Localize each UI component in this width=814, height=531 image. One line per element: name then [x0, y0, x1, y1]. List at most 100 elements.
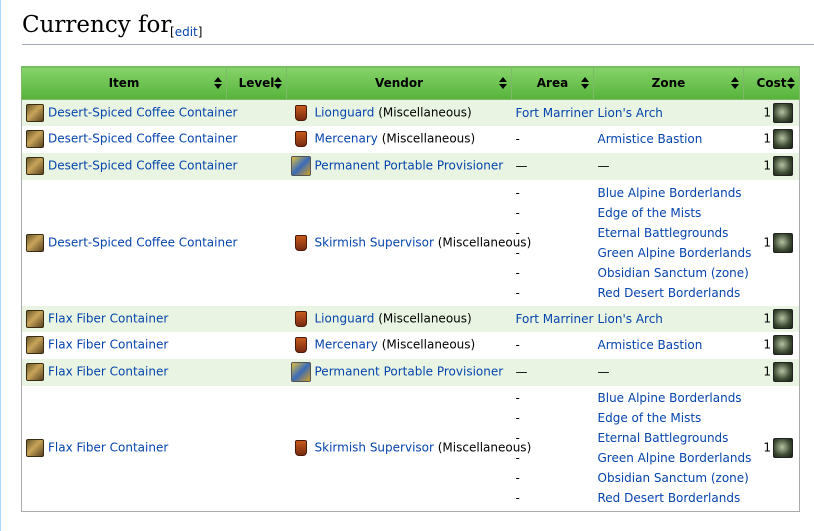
container-icon[interactable]	[26, 309, 44, 328]
zone-link[interactable]: Lion's Arch	[598, 309, 740, 329]
area-value: —	[515, 365, 528, 379]
zone-list: —	[598, 362, 740, 382]
item-link[interactable]: Flax Fiber Container	[48, 338, 168, 352]
sort-icon[interactable]	[581, 77, 589, 89]
vendor-icon[interactable]	[294, 310, 307, 327]
item-link[interactable]: Flax Fiber Container	[48, 311, 168, 325]
zone-list: Blue Alpine Borderlands Edge of the Mists…	[598, 388, 752, 508]
zone-cell: —	[593, 358, 744, 386]
zone-link[interactable]: Blue Alpine Borderlands	[598, 388, 742, 408]
cost-value: 1	[763, 440, 771, 455]
item-link[interactable]: Desert-Spiced Coffee Container	[48, 132, 237, 146]
container-icon[interactable]	[26, 233, 44, 252]
area-value: -	[515, 205, 520, 220]
cost-value: 1	[763, 105, 771, 120]
zone-list: Armistice Bastion	[598, 335, 740, 355]
zone-cell: Armistice Bastion	[593, 125, 744, 153]
vendor-icon[interactable]	[294, 440, 307, 457]
column-header-level[interactable]: Level	[226, 66, 287, 100]
zone-link[interactable]: Armistice Bastion	[598, 335, 740, 355]
item-link[interactable]: Desert-Spiced Coffee Container	[48, 105, 237, 119]
zone-link[interactable]: Red Desert Borderlands	[598, 283, 741, 303]
table-row: Flax Fiber Container Skirmish Supervisor …	[21, 385, 800, 512]
area-list: Fort Marriner	[516, 103, 594, 123]
item-link[interactable]: Desert-Spiced Coffee Container	[48, 159, 237, 173]
currency-coin-icon[interactable]	[773, 102, 793, 123]
vendor-link[interactable]: Permanent Portable Provisioner	[315, 159, 504, 173]
vendor-icon[interactable]	[294, 337, 307, 353]
column-header-cost[interactable]: Cost	[743, 66, 800, 100]
cost-cell: 1	[743, 331, 800, 359]
sort-icon[interactable]	[274, 77, 282, 89]
container-icon[interactable]	[26, 157, 44, 175]
currency-coin-icon[interactable]	[773, 156, 793, 176]
level-cell	[226, 358, 287, 386]
area-value: -	[515, 338, 520, 352]
zone-link[interactable]: Edge of the Mists	[598, 408, 740, 428]
currency-coin-icon[interactable]	[773, 232, 793, 253]
vendor-icon[interactable]	[294, 234, 307, 251]
item-link[interactable]: Desert-Spiced Coffee Container	[48, 235, 237, 249]
container-icon[interactable]	[26, 103, 44, 122]
item-link[interactable]: Flax Fiber Container	[48, 365, 168, 379]
zone-value: —	[597, 159, 610, 173]
zone-link[interactable]: Lion's Arch	[598, 103, 740, 123]
cost-value: 1	[763, 158, 771, 173]
vendor-cell: Permanent Portable Provisioner	[286, 358, 512, 386]
zone-cell: Lion's Arch	[593, 305, 744, 332]
vendor-category: (Miscellaneous)	[374, 105, 472, 120]
sort-icon[interactable]	[499, 77, 507, 89]
currency-coin-icon[interactable]	[773, 335, 793, 355]
currency-coin-icon[interactable]	[773, 362, 793, 382]
zone-link[interactable]: Edge of the Mists	[598, 203, 740, 223]
zone-link[interactable]: Obsidian Sanctum (zone)	[598, 263, 749, 283]
zone-link[interactable]: Green Alpine Borderlands	[598, 243, 752, 263]
currency-coin-icon[interactable]	[773, 129, 793, 149]
provisioner-icon[interactable]	[290, 362, 311, 382]
sort-icon[interactable]	[787, 77, 795, 89]
zone-link[interactable]: Green Alpine Borderlands	[598, 448, 752, 468]
vendor-link[interactable]: Permanent Portable Provisioner	[315, 365, 504, 379]
vendor-link[interactable]: Skirmish Supervisor	[315, 235, 434, 249]
sort-icon[interactable]	[731, 77, 739, 89]
area-link[interactable]: Fort Marriner	[516, 103, 594, 123]
vendor-link[interactable]: Lionguard	[315, 105, 375, 119]
table-row: Desert-Spiced Coffee Container Skirmish S…	[21, 179, 800, 306]
vendor-link[interactable]: Lionguard	[315, 311, 375, 325]
column-header-area[interactable]: Area	[511, 66, 594, 100]
area-link[interactable]: Fort Marriner	[516, 309, 594, 329]
sort-icon[interactable]	[214, 77, 222, 89]
item-cell: Desert-Spiced Coffee Container	[21, 152, 237, 180]
item-link[interactable]: Flax Fiber Container	[48, 441, 168, 455]
vendor-link[interactable]: Mercenary	[315, 338, 378, 352]
table-body: Desert-Spiced Coffee Container Lionguard …	[21, 99, 800, 512]
container-icon[interactable]	[26, 439, 44, 458]
vendor-icon[interactable]	[294, 104, 307, 121]
vendor-link[interactable]: Mercenary	[315, 132, 378, 146]
column-header-item[interactable]: Item	[21, 66, 227, 100]
vendor-category: (Miscellaneous)	[374, 311, 472, 325]
container-icon[interactable]	[26, 363, 44, 381]
zone-link[interactable]: Armistice Bastion	[598, 129, 740, 149]
zone-list: Lion's Arch	[598, 103, 740, 123]
column-header-zone[interactable]: Zone	[593, 66, 744, 100]
column-header-vendor[interactable]: Vendor	[286, 66, 512, 100]
zone-link[interactable]: Eternal Battlegrounds	[598, 428, 740, 448]
vendor-category: (Miscellaneous)	[377, 131, 476, 146]
container-icon[interactable]	[26, 130, 44, 148]
area-value: -	[515, 391, 520, 406]
cost-cell: 1	[743, 179, 800, 306]
zone-link[interactable]: Eternal Battlegrounds	[598, 223, 740, 243]
container-icon[interactable]	[26, 336, 44, 354]
vendor-cell: Mercenary (Miscellaneous)	[286, 331, 512, 359]
edit-link[interactable]: edit	[175, 25, 198, 39]
vendor-icon[interactable]	[294, 131, 307, 147]
provisioner-icon[interactable]	[290, 156, 311, 176]
vendor-link[interactable]: Skirmish Supervisor	[315, 441, 434, 455]
currency-coin-icon[interactable]	[773, 438, 793, 459]
zone-link[interactable]: Obsidian Sanctum (zone)	[598, 468, 749, 488]
zone-link[interactable]: Blue Alpine Borderlands	[598, 183, 742, 203]
zone-link[interactable]: Red Desert Borderlands	[598, 488, 741, 508]
section-heading: Currency for	[22, 12, 172, 38]
currency-coin-icon[interactable]	[773, 308, 793, 329]
